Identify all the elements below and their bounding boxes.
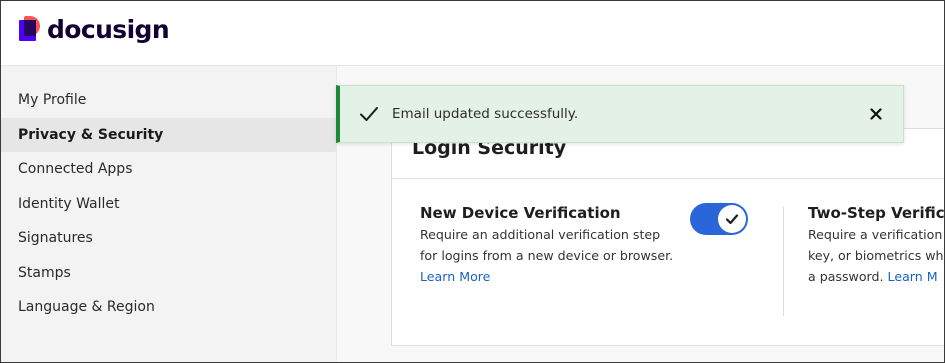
sidebar-item-identity-wallet[interactable]: Identity Wallet — [1, 187, 337, 221]
two-step-desc-line3: a password. — [808, 269, 888, 284]
sidebar-item-my-profile[interactable]: My Profile — [1, 83, 337, 117]
two-step-description: Require a verification key, or biometric… — [808, 224, 944, 287]
section-divider — [783, 206, 784, 316]
new-device-description: Require an additional verification step … — [420, 224, 685, 287]
toast-close-button[interactable] — [865, 103, 887, 125]
two-step-learn-more-link[interactable]: Learn M — [888, 269, 938, 284]
sidebar-item-signatures[interactable]: Signatures — [1, 221, 337, 255]
toggle-knob — [718, 205, 746, 233]
check-icon — [725, 214, 739, 225]
top-header: docusign — [1, 1, 944, 66]
login-security-card: Login Security New Device Verification R… — [391, 128, 945, 346]
sidebar-item-language-region[interactable]: Language & Region — [1, 290, 337, 324]
close-icon — [870, 108, 882, 120]
success-toast: Email updated successfully. — [336, 85, 904, 143]
sidebar-item-privacy-security[interactable]: Privacy & Security — [1, 118, 337, 152]
docusign-logo-icon — [19, 16, 41, 44]
new-device-title: New Device Verification — [420, 204, 621, 222]
two-step-title: Two-Step Verifica — [808, 204, 945, 222]
toast-message: Email updated successfully. — [392, 106, 579, 122]
two-step-desc-line1: Require a verification — [808, 227, 943, 242]
new-device-desc-line2: for logins from a new device or browser. — [420, 248, 674, 263]
logo-text: docusign — [47, 15, 170, 44]
two-step-verification-section: Two-Step Verifica Require a verification… — [808, 203, 945, 287]
new-device-learn-more-link[interactable]: Learn More — [420, 269, 490, 284]
two-step-desc-line2: key, or biometrics wh — [808, 248, 944, 263]
check-icon — [360, 107, 378, 121]
settings-window: docusign My Profile Privacy & Security C… — [0, 0, 945, 363]
new-device-desc-line1: Require an additional verification step — [420, 227, 661, 242]
sidebar-item-stamps[interactable]: Stamps — [1, 256, 337, 290]
sidebar-item-connected-apps[interactable]: Connected Apps — [1, 152, 337, 186]
settings-sidebar: My Profile Privacy & Security Connected … — [1, 66, 337, 362]
new-device-verification-toggle[interactable] — [690, 203, 748, 235]
new-device-verification-section: New Device Verification Require an addit… — [420, 203, 685, 287]
docusign-logo[interactable]: docusign — [19, 15, 170, 45]
